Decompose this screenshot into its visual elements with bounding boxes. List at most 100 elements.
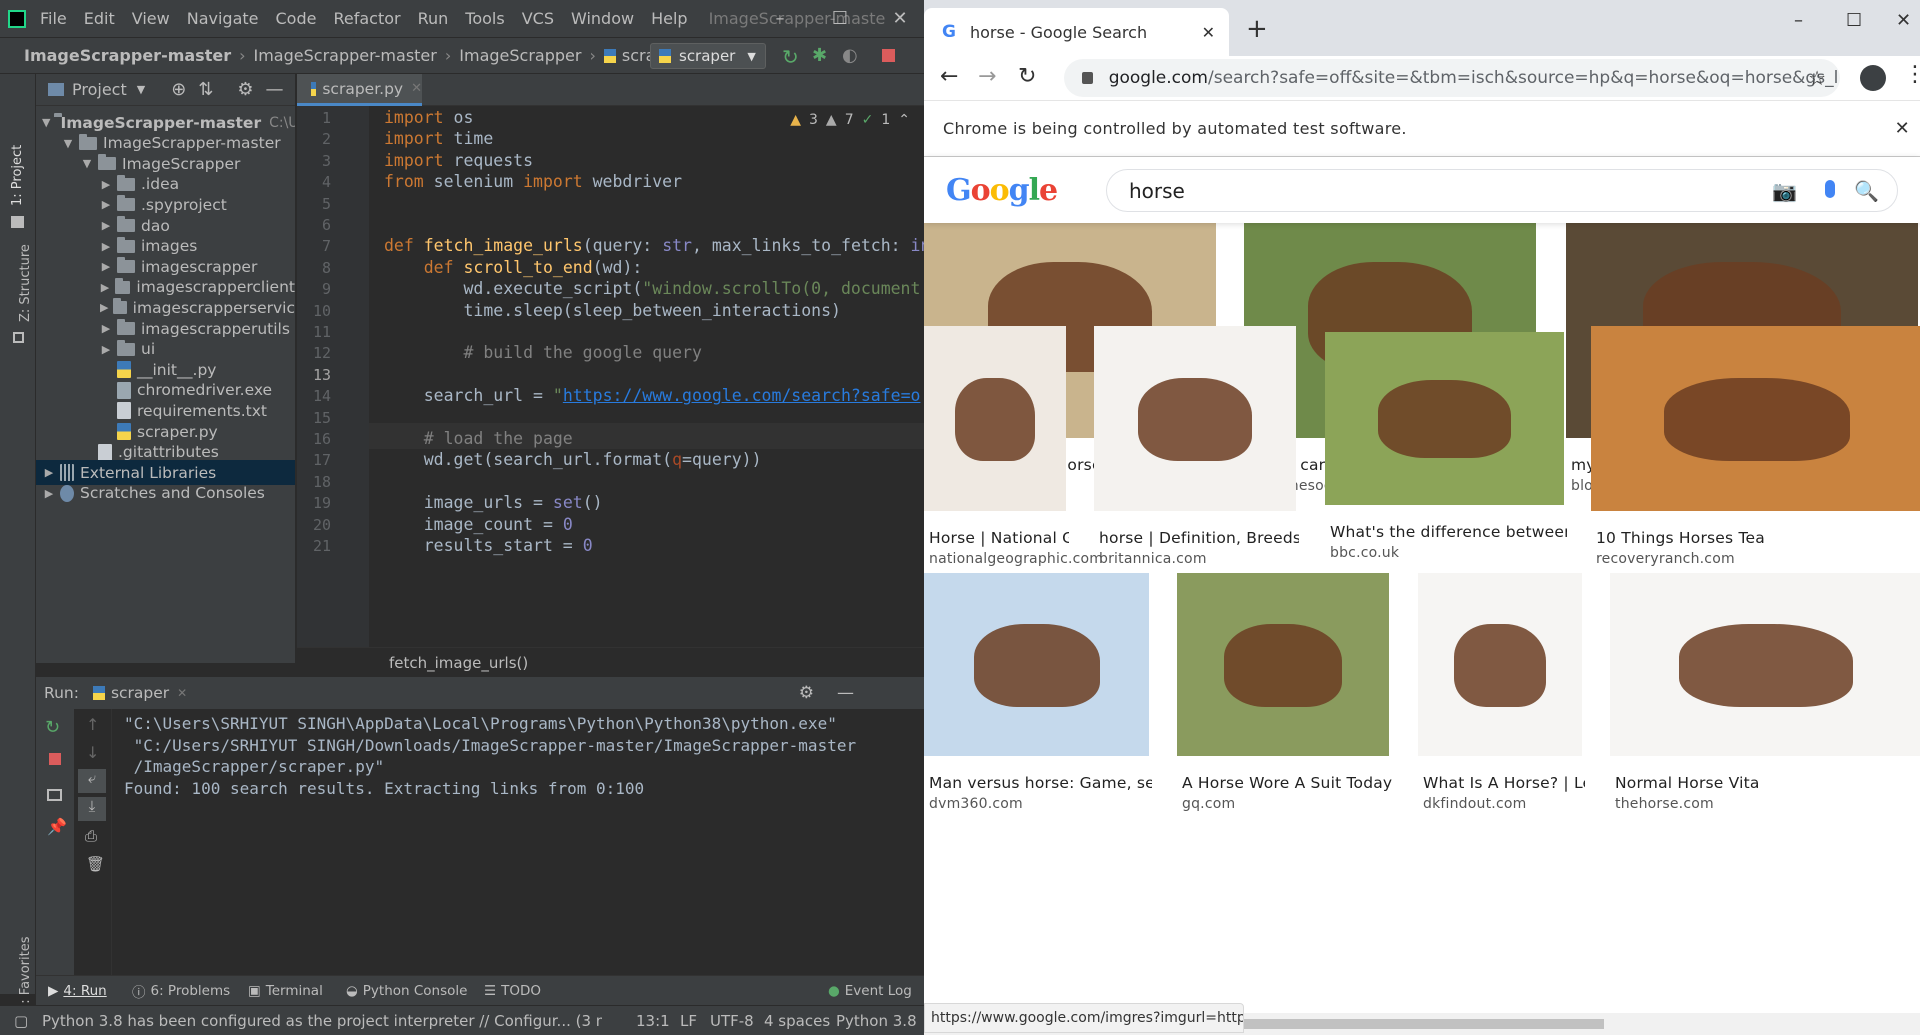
image-result[interactable]: Horse | National Geogr... nationalgeograp…	[924, 326, 1103, 611]
minimize-button[interactable]: –	[760, 0, 800, 37]
project-view-select[interactable]: Project	[72, 80, 127, 99]
pin-icon[interactable]: 📌	[47, 817, 67, 836]
result-title[interactable]: What's the difference between a horse ..…	[1330, 523, 1567, 541]
structure-tool-tab[interactable]: Z: Structure	[18, 244, 33, 322]
status-indent[interactable]: 4 spaces	[764, 1006, 830, 1035]
coverage-icon[interactable]: ◐	[842, 45, 858, 66]
chevron-right-icon[interactable]: ▶	[42, 487, 56, 500]
chevron-right-icon[interactable]: ▶	[99, 178, 113, 191]
stop-icon[interactable]	[882, 49, 895, 62]
result-thumbnail[interactable]	[1094, 326, 1296, 511]
reload-icon[interactable]: ↻	[1018, 64, 1036, 89]
code-editor[interactable]: ▲ 3 ▲ 7 ✓ 1 ⌃ import os import time import re…	[369, 106, 924, 647]
inspection-widget[interactable]: ▲ 3 ▲ 7 ✓ 1 ⌃	[790, 112, 910, 128]
hide-panel-icon[interactable]: —	[837, 683, 854, 703]
status-caret-position[interactable]: 13:1	[636, 1006, 670, 1035]
chevron-right-icon[interactable]: ▶	[42, 466, 56, 479]
chevron-right-icon[interactable]: ▶	[99, 260, 113, 273]
close-window-button[interactable]: ✕	[1896, 10, 1911, 31]
layout-icon[interactable]	[47, 789, 62, 801]
chevron-right-icon[interactable]: ▶	[99, 240, 113, 253]
tab-python-console[interactable]: ◒ Python Console	[346, 976, 467, 1006]
result-title[interactable]: Horse | National Geogr...	[929, 529, 1069, 547]
tree-item[interactable]: ▶ Scratches and Consoles	[36, 481, 295, 506]
result-thumbnail[interactable]	[924, 573, 1149, 756]
maximize-button[interactable]: ☐	[1846, 10, 1862, 31]
menu-item-run[interactable]: Run	[418, 9, 449, 28]
run-tab[interactable]: scraper	[111, 684, 169, 702]
rerun-icon[interactable]: ↻	[782, 45, 799, 69]
minimize-button[interactable]: –	[1794, 10, 1803, 31]
camera-icon[interactable]: 📷	[1772, 179, 1797, 203]
close-icon[interactable]: ✕	[1202, 23, 1215, 42]
search-input[interactable]: horse	[1129, 179, 1185, 203]
editor-tab-scraper[interactable]: scraper.py ✕	[297, 74, 422, 106]
scroll-to-end-icon[interactable]: ⤓	[78, 797, 106, 821]
close-icon[interactable]: ✕	[411, 81, 422, 96]
menu-item-tools[interactable]: Tools	[465, 9, 504, 28]
chevron-down-icon[interactable]: ▼	[80, 157, 94, 170]
result-title[interactable]: Man versus horse: Game, set, match ...	[929, 774, 1152, 792]
result-title[interactable]: Normal Horse Vita	[1615, 774, 1920, 792]
menu-item-refactor[interactable]: Refactor	[333, 9, 400, 28]
image-result[interactable]: horse | Definition, Breeds, & Facts ... b…	[1094, 326, 1304, 611]
chevron-right-icon[interactable]: ▶	[99, 301, 109, 314]
status-line-separator[interactable]: LF	[680, 1006, 697, 1035]
arrow-up-icon[interactable]: ↑	[86, 715, 99, 734]
project-tool-tab[interactable]: 1: Project	[10, 145, 25, 206]
back-icon[interactable]: ←	[940, 64, 958, 89]
result-title[interactable]: A Horse Wore A Suit Today | GQ	[1182, 774, 1392, 792]
profile-avatar-icon[interactable]	[1860, 65, 1886, 91]
tab-terminal[interactable]: ▣ Terminal	[248, 976, 323, 1006]
close-icon[interactable]: ✕	[1895, 118, 1910, 139]
menu-item-help[interactable]: Help	[651, 9, 687, 28]
menu-item-file[interactable]: File	[40, 9, 67, 28]
collapse-all-icon[interactable]: ⇅	[198, 79, 213, 100]
image-result[interactable]: Normal Horse Vita thehorse.com	[1610, 573, 1920, 856]
gear-icon[interactable]: ⚙	[237, 79, 253, 100]
status-interpreter[interactable]: Python 3.8	[836, 1006, 917, 1035]
favorites-tool-tab[interactable]: 2: Favorites	[18, 936, 33, 1012]
print-icon[interactable]: ⎙	[85, 827, 97, 845]
image-result[interactable]: 10 Things Horses Tea recoveryranch.com	[1591, 326, 1920, 611]
hide-panel-icon[interactable]: —	[266, 79, 284, 100]
microphone-icon[interactable]	[1825, 180, 1835, 198]
close-icon[interactable]: ✕	[177, 686, 187, 700]
menu-item-navigate[interactable]: Navigate	[187, 9, 259, 28]
scrollbar-thumb[interactable]	[1224, 1019, 1604, 1029]
result-thumbnail[interactable]	[1325, 332, 1564, 505]
maximize-button[interactable]: ☐	[820, 0, 860, 37]
debug-icon[interactable]: ✱	[812, 45, 827, 66]
chevron-right-icon[interactable]: ▶	[99, 281, 111, 294]
address-bar[interactable]: google.com/search?safe=off&site=&tbm=isc…	[1064, 59, 1840, 97]
browser-tab[interactable]: G horse - Google Search ✕	[924, 8, 1229, 56]
result-thumbnail[interactable]	[1591, 326, 1920, 511]
tab-run[interactable]: ▶ 4: Run	[48, 976, 107, 1006]
close-window-button[interactable]: ✕	[880, 0, 920, 37]
function-breadcrumb[interactable]: fetch_image_urls()	[389, 654, 528, 672]
bookmark-star-icon[interactable]: ☆	[1808, 66, 1826, 90]
result-thumbnail[interactable]	[1418, 573, 1582, 756]
search-icon[interactable]: 🔍	[1854, 179, 1879, 203]
tab-problems[interactable]: ⓘ 6: Problems	[132, 976, 230, 1006]
status-panel-toggle-icon[interactable]: ▢	[14, 1006, 28, 1035]
result-title[interactable]: horse | Definition, Breeds, & Facts ...	[1099, 529, 1299, 547]
chevron-down-icon[interactable]: ▼	[42, 116, 50, 129]
status-encoding[interactable]: UTF-8	[710, 1006, 754, 1035]
soft-wrap-icon[interactable]: ⤶	[78, 769, 106, 793]
menu-item-vcs[interactable]: VCS	[522, 9, 554, 28]
menu-item-view[interactable]: View	[132, 9, 170, 28]
menu-item-edit[interactable]: Edit	[84, 9, 115, 28]
result-thumbnail[interactable]	[1177, 573, 1389, 756]
menu-item-code[interactable]: Code	[276, 9, 317, 28]
breadcrumb-item[interactable]: ImageScrapper-master	[254, 46, 437, 65]
run-configuration-select[interactable]: scraper ▼	[650, 43, 766, 69]
google-doodle-logo[interactable]: Google	[946, 173, 1058, 208]
trash-icon[interactable]: 🗑	[86, 855, 105, 873]
chevron-down-icon[interactable]: ▼	[61, 137, 75, 150]
image-result[interactable]: What Is A Horse? | Learn A... dkfindout.c…	[1418, 573, 1590, 856]
new-tab-icon[interactable]: +	[1246, 14, 1268, 44]
breadcrumb-item[interactable]: ImageScrapper	[459, 46, 581, 65]
menu-item-window[interactable]: Window	[571, 9, 634, 28]
tab-event-log[interactable]: ● Event Log	[828, 976, 912, 1006]
